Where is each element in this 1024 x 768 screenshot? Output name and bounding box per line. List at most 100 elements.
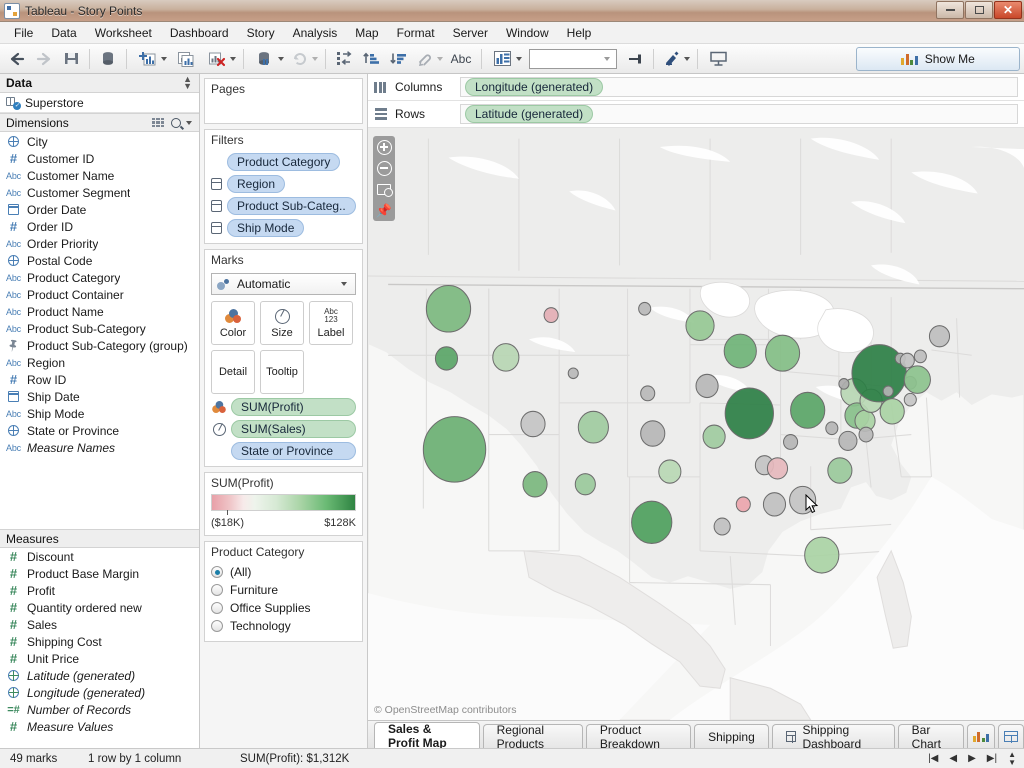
measure-profit[interactable]: # Profit — [0, 582, 199, 599]
duplicate-worksheet-icon[interactable] — [170, 47, 200, 71]
marks-pill-label[interactable]: SUM(Sales) — [231, 420, 356, 438]
menu-story[interactable]: Story — [239, 24, 283, 42]
map-mark[interactable] — [577, 410, 609, 444]
map-mark[interactable] — [825, 421, 839, 436]
dimension-product-category[interactable]: Abc Product Category — [0, 269, 199, 286]
radio-icon[interactable] — [211, 620, 223, 632]
maximize-button[interactable] — [965, 1, 993, 19]
map-canvas[interactable] — [368, 128, 1024, 720]
map-mark[interactable] — [899, 352, 915, 369]
previous-page-icon[interactable]: ◀ — [949, 753, 957, 764]
sort-descending-icon[interactable] — [385, 47, 411, 71]
marks-color-button[interactable]: Color — [211, 301, 255, 345]
zoom-out-icon[interactable] — [376, 160, 392, 176]
map-mark[interactable] — [790, 391, 826, 429]
menu-file[interactable]: File — [6, 24, 41, 42]
marks-pill-sum-sales[interactable]: SUM(Sales) — [211, 420, 356, 438]
filter-card-icon[interactable] — [211, 200, 222, 212]
filter-pill-label[interactable]: Product Category — [227, 153, 341, 171]
pin-map-icon[interactable]: 📌 — [376, 202, 392, 218]
map-mark[interactable] — [434, 346, 459, 371]
map-mark[interactable] — [685, 310, 715, 342]
rows-dropzone[interactable]: Latitude (generated) — [460, 104, 1018, 124]
map-mark[interactable] — [735, 496, 751, 513]
zoom-in-icon[interactable] — [376, 139, 392, 155]
map-mark[interactable] — [766, 457, 789, 480]
pause-auto-updates-icon[interactable] — [287, 47, 313, 71]
map-mark[interactable] — [724, 387, 774, 440]
menu-server[interactable]: Server — [445, 24, 496, 42]
map-mark[interactable] — [425, 284, 472, 333]
new-worksheet-tab-button[interactable] — [966, 724, 996, 748]
map-mark[interactable] — [903, 392, 917, 407]
map-mark[interactable] — [702, 424, 726, 449]
map-mark[interactable] — [713, 517, 731, 536]
new-worksheet-icon[interactable] — [132, 47, 162, 71]
menu-format[interactable]: Format — [389, 24, 443, 42]
selection-tool-icon[interactable] — [376, 181, 393, 197]
map-mark[interactable] — [422, 416, 487, 483]
filter-card-icon[interactable] — [211, 178, 222, 190]
radio-icon[interactable] — [211, 602, 223, 614]
marks-size-button[interactable]: Size — [260, 301, 304, 345]
measure-measure-values[interactable]: # Measure Values — [0, 718, 199, 735]
map-mark[interactable] — [903, 365, 931, 394]
measure-sales[interactable]: # Sales — [0, 616, 199, 633]
map-mark[interactable] — [838, 378, 850, 390]
filter-pill-label[interactable]: Product Sub-Categ.. — [227, 197, 356, 215]
close-button[interactable]: ✕ — [994, 1, 1022, 19]
dimension-product-container[interactable]: Abc Product Container — [0, 286, 199, 303]
map-mark[interactable] — [764, 334, 801, 372]
dimension-order-priority[interactable]: Abc Order Priority — [0, 235, 199, 252]
refresh-data-source-icon[interactable] — [249, 47, 279, 71]
minimize-button[interactable] — [936, 1, 964, 19]
filter-region[interactable]: Region — [211, 175, 356, 193]
marks-pill-label[interactable]: State or Province — [231, 442, 356, 460]
radio-icon[interactable] — [211, 584, 223, 596]
fit-selector-icon[interactable] — [487, 47, 517, 71]
dimension-product-sub-category[interactable]: Abc Product Sub-Category — [0, 320, 199, 337]
radio-office-supplies[interactable]: Office Supplies — [211, 599, 356, 617]
dimension-row-id[interactable]: # Row ID — [0, 371, 199, 388]
presentation-mode-icon[interactable] — [703, 47, 733, 71]
columns-pill-longitude[interactable]: Longitude (generated) — [465, 78, 604, 96]
last-page-icon[interactable]: ▶| — [987, 753, 997, 764]
tab-sales-profit-map[interactable]: Sales & Profit Map — [374, 722, 480, 750]
dimension-product-name[interactable]: Abc Product Name — [0, 303, 199, 320]
map-mark[interactable] — [879, 398, 905, 425]
new-dashboard-tab-button[interactable] — [998, 724, 1024, 748]
dimension-postal-code[interactable]: Postal Code — [0, 252, 199, 269]
map-mark[interactable] — [762, 492, 787, 517]
map-mark[interactable] — [804, 536, 840, 574]
menu-map[interactable]: Map — [347, 24, 386, 42]
forward-arrow-icon[interactable] — [31, 47, 57, 71]
dimension-order-id[interactable]: # Order ID — [0, 218, 199, 235]
map-mark[interactable] — [522, 471, 548, 498]
menu-analysis[interactable]: Analysis — [285, 24, 346, 42]
dimension-order-date[interactable]: Order Date — [0, 201, 199, 218]
tab-regional-products[interactable]: Regional Products — [482, 723, 583, 751]
menu-help[interactable]: Help — [559, 24, 600, 42]
clear-sheet-dropdown-icon[interactable] — [230, 56, 236, 61]
map-mark[interactable] — [928, 325, 951, 348]
sort-ascending-icon[interactable] — [358, 47, 384, 71]
swap-rows-columns-icon[interactable] — [331, 47, 357, 71]
tab-bar-chart[interactable]: Bar Chart — [897, 723, 964, 751]
show-me-button[interactable]: Show Me — [856, 47, 1020, 71]
dimension-state-or-province[interactable]: State or Province — [0, 422, 199, 439]
columns-shelf[interactable]: Columns Longitude (generated) — [368, 74, 1024, 101]
chevron-down-icon[interactable] — [186, 120, 192, 125]
marks-label-button[interactable]: Abc 123 Label — [309, 301, 353, 345]
color-legend-gradient[interactable] — [211, 494, 356, 511]
measure-latitude-generated[interactable]: Latitude (generated) — [0, 667, 199, 684]
measure-quantity-ordered-new[interactable]: # Quantity ordered new — [0, 599, 199, 616]
save-icon[interactable] — [58, 47, 84, 71]
filter-pill-label[interactable]: Ship Mode — [227, 219, 305, 237]
map-mark[interactable] — [640, 385, 656, 402]
new-worksheet-dropdown-icon[interactable] — [161, 56, 167, 61]
map-mark[interactable] — [638, 301, 652, 316]
radio-technology[interactable]: Technology — [211, 617, 356, 635]
map-mark[interactable] — [543, 307, 559, 324]
map-mark[interactable] — [723, 333, 757, 369]
radio-furniture[interactable]: Furniture — [211, 581, 356, 599]
